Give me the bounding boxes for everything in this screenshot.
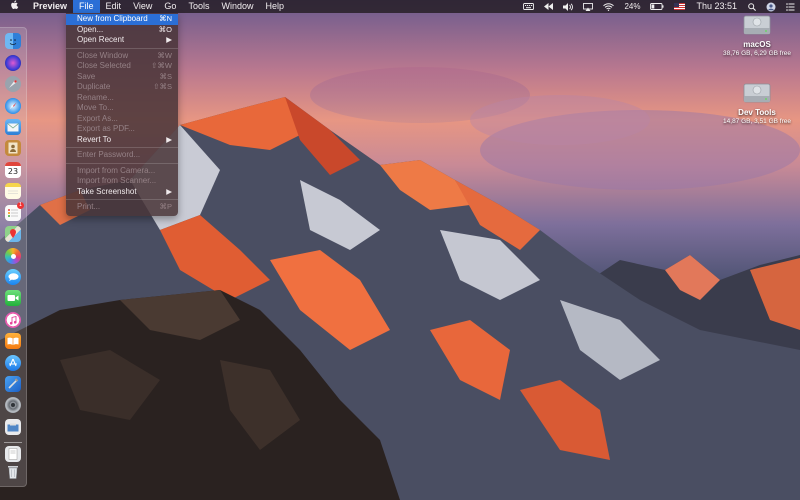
- menu-separator: [66, 162, 178, 164]
- safari-icon[interactable]: [5, 98, 21, 114]
- menu-item-enter-password: Enter Password...: [77, 150, 141, 159]
- menu-separator: [66, 47, 178, 49]
- menu-item-import-from-scanner: Import from Scanner...: [77, 176, 157, 185]
- menu-item-new-from-clipboard[interactable]: New from Clipboard ⌘N: [66, 14, 178, 25]
- file-menu-dropdown: New from Clipboard ⌘N Open... ⌘O Open Rece…: [66, 13, 178, 216]
- menu-edit[interactable]: Edit: [100, 0, 128, 13]
- hard-drive-icon: [742, 78, 772, 108]
- menu-item-save: Save ⌘S: [77, 71, 172, 81]
- menu-item-close-selected: Close Selected ⇧⌘W: [77, 61, 172, 70]
- dock: 23 1: [0, 27, 27, 487]
- mail-icon[interactable]: [5, 119, 21, 135]
- desktop-drive-dev-tools[interactable]: Dev Tools 14,87 GB, 3,51 GB free: [717, 78, 797, 126]
- drive-name: Dev Tools: [738, 108, 776, 117]
- us-flag-icon[interactable]: [669, 0, 690, 13]
- menu-item-rename: Rename...: [77, 92, 114, 102]
- finder-icon[interactable]: [5, 33, 21, 49]
- calendar-day: 23: [7, 167, 19, 176]
- menu-item-take-screenshot[interactable]: Take Screenshot ▶: [66, 187, 178, 198]
- messages-icon[interactable]: [5, 269, 21, 285]
- menu-help[interactable]: Help: [259, 0, 290, 13]
- menu-item-print: Print... ⌘P: [77, 202, 172, 211]
- screenshot-icon[interactable]: [5, 419, 21, 435]
- app-menu-preview[interactable]: Preview: [27, 0, 73, 13]
- app-store-icon[interactable]: [5, 355, 21, 371]
- menu-file[interactable]: File: [73, 0, 100, 13]
- menu-window[interactable]: Window: [215, 0, 259, 13]
- menu-item-import-from-camera: Import from Camera...: [77, 165, 156, 175]
- menu-item-open[interactable]: Open... ⌘O: [66, 25, 178, 36]
- calendar-icon[interactable]: 23: [5, 162, 21, 178]
- submenu-arrow-icon: ▶: [166, 186, 172, 196]
- menu-bar: Preview File Edit View Go Tools Window H…: [0, 0, 800, 13]
- submenu-arrow-icon: ▶: [166, 134, 172, 144]
- contacts-icon[interactable]: [5, 140, 21, 156]
- menu-item-open-recent[interactable]: Open Recent ▶: [66, 35, 178, 46]
- desktop-drive-macos[interactable]: macOS 38,76 GB, 6,29 GB free: [717, 10, 797, 58]
- menu-item-export-as-pdf: Export as PDF...: [77, 124, 135, 133]
- reminders-badge: 1: [17, 202, 24, 209]
- dock-separator: [4, 442, 22, 443]
- siri-icon[interactable]: [5, 55, 21, 71]
- menu-item-close-window: Close Window ⌘W: [77, 50, 172, 60]
- xcode-icon[interactable]: [5, 376, 21, 392]
- maps-icon[interactable]: [5, 226, 21, 242]
- trash-icon[interactable]: [5, 464, 21, 480]
- downloads-stack-icon[interactable]: [5, 446, 21, 462]
- volume-icon[interactable]: [558, 0, 578, 13]
- airplay-icon[interactable]: [578, 0, 598, 13]
- facetime-icon[interactable]: [5, 290, 21, 306]
- reminders-icon[interactable]: 1: [5, 202, 24, 221]
- drive-info: 38,76 GB, 6,29 GB free: [723, 50, 791, 57]
- menu-tools[interactable]: Tools: [182, 0, 215, 13]
- menu-item-duplicate: Duplicate ⇧⌘S: [77, 82, 172, 91]
- menu-item-revert-to[interactable]: Revert To ▶: [66, 135, 178, 146]
- itunes-icon[interactable]: [5, 312, 21, 328]
- ibooks-icon[interactable]: [5, 333, 21, 349]
- battery-icon[interactable]: [645, 0, 669, 13]
- apple-menu-icon[interactable]: [0, 0, 27, 14]
- launchpad-icon[interactable]: [5, 76, 21, 92]
- drive-name: macOS: [743, 40, 771, 49]
- wifi-icon[interactable]: [598, 0, 619, 13]
- skip-back-icon[interactable]: [539, 0, 558, 13]
- notes-icon[interactable]: [5, 183, 21, 199]
- menu-go[interactable]: Go: [158, 0, 182, 13]
- drive-info: 14,87 GB, 3,51 GB free: [723, 118, 791, 125]
- gear-center: [11, 403, 15, 407]
- system-preferences-icon[interactable]: [5, 397, 21, 413]
- menu-view[interactable]: View: [127, 0, 158, 13]
- menu-separator: [66, 199, 178, 200]
- menu-item-export-as: Export As...: [77, 113, 118, 123]
- menu-item-move-to: Move To...: [77, 103, 114, 112]
- hard-drive-icon: [742, 10, 772, 40]
- submenu-arrow-icon: ▶: [166, 35, 172, 44]
- photos-icon[interactable]: [5, 248, 21, 264]
- menu-separator: [66, 147, 178, 148]
- battery-percentage: 24%: [624, 2, 641, 11]
- keyboard-icon[interactable]: [518, 0, 539, 13]
- photos-center: [10, 253, 16, 259]
